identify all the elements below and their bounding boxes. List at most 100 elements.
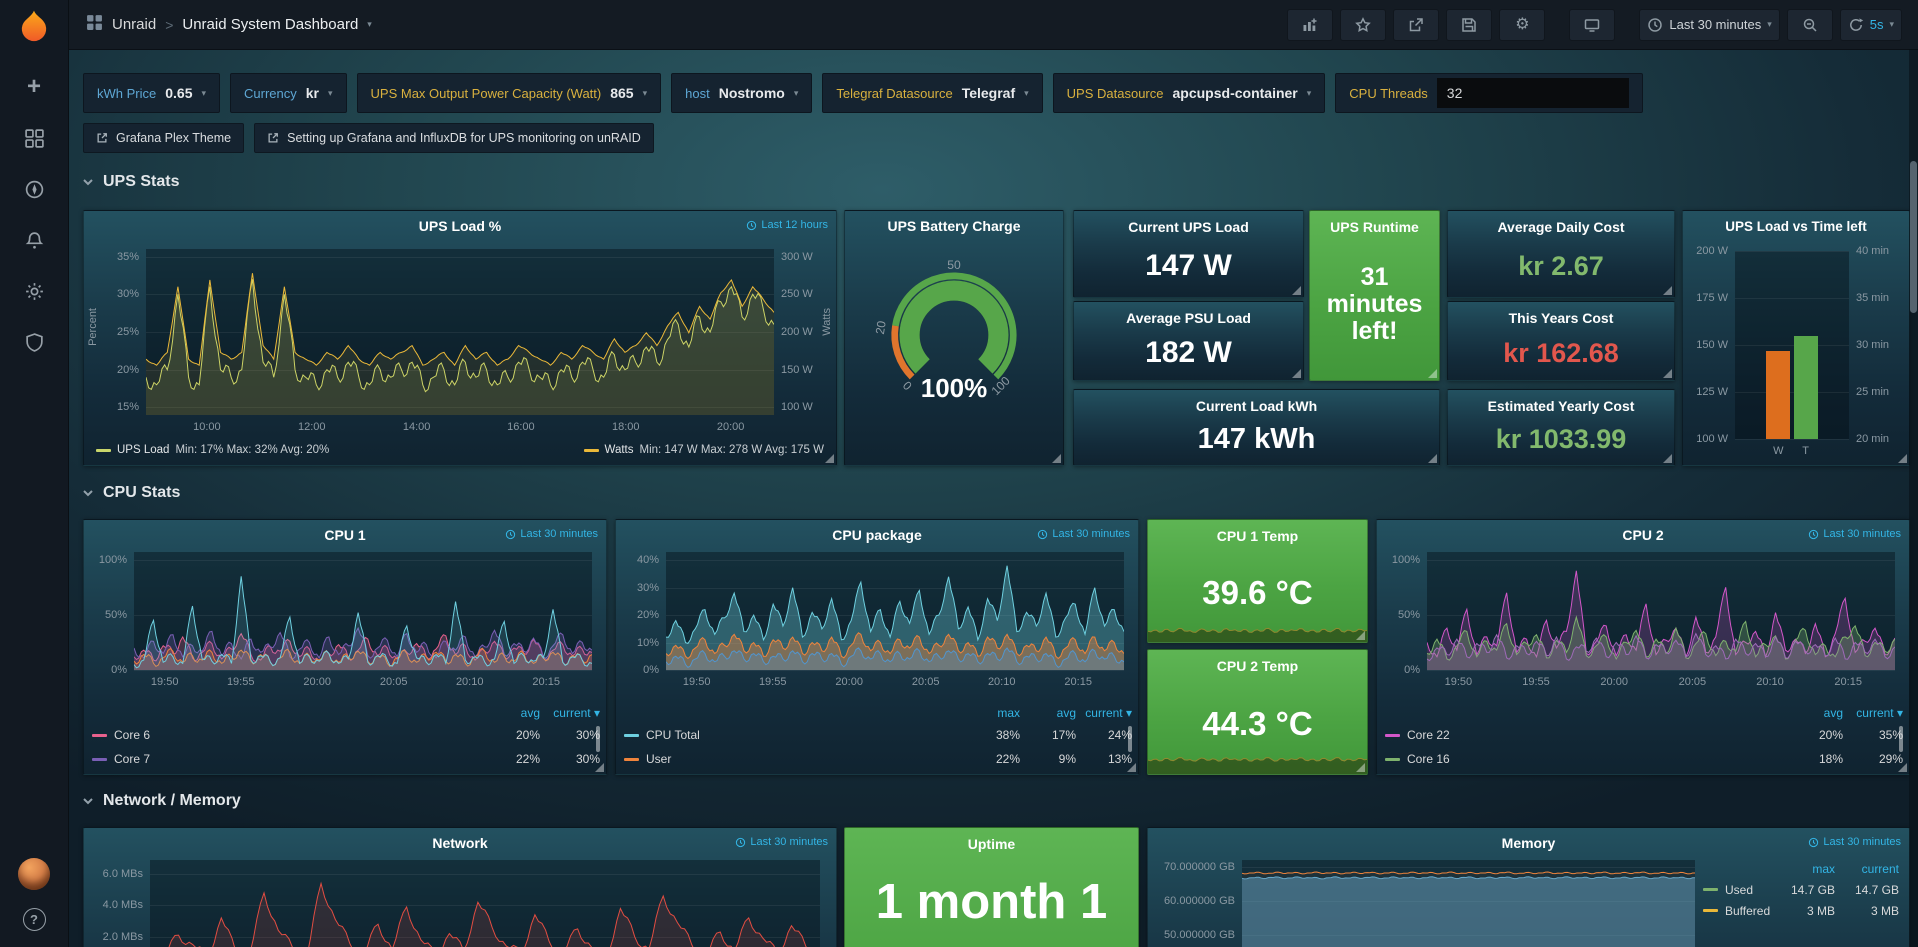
dashboard-link[interactable]: Grafana Plex Theme xyxy=(83,123,244,153)
legend-column-current[interactable]: current ▾ xyxy=(540,706,600,720)
legend-row[interactable]: Core 1618%29% xyxy=(1385,747,1903,771)
legend-column-avg[interactable]: avg xyxy=(1020,706,1076,720)
variable-value[interactable]: Telegraf xyxy=(962,85,1015,101)
legend-series-name[interactable]: Core 6 xyxy=(92,728,480,742)
panel-title[interactable]: CPU 2 xyxy=(1622,527,1663,543)
variable-ups-datasource[interactable]: UPS Datasourceapcupsd-container▾ xyxy=(1053,73,1326,113)
variable-ups-max-output-power-capacity-watt-[interactable]: UPS Max Output Power Capacity (Watt)865▾ xyxy=(357,73,662,113)
variable-value[interactable]: 0.65 xyxy=(165,85,192,101)
panel-title[interactable]: Network xyxy=(432,835,487,851)
variable-kwh-price[interactable]: kWh Price0.65▾ xyxy=(83,73,220,113)
legend-column-avg[interactable]: avg xyxy=(1783,706,1843,720)
grafana-logo-icon[interactable] xyxy=(14,8,54,48)
star-button[interactable] xyxy=(1340,9,1386,41)
variable-value[interactable]: 865 xyxy=(610,85,633,101)
network-graph[interactable]: 2.0 MBs4.0 MBs6.0 MBs xyxy=(88,856,832,947)
panel-time-range[interactable]: Last 12 hours xyxy=(746,219,828,231)
legend-row[interactable]: Core 620%30% xyxy=(92,723,600,747)
variable-cpu-threads[interactable]: CPU Threads xyxy=(1335,73,1643,113)
scrollbar-thumb[interactable] xyxy=(1910,161,1917,313)
legend-row[interactable]: Used14.7 GB14.7 GB xyxy=(1703,879,1899,900)
cpu1-graph[interactable]: 0%50%100%19:5019:5520:0020:0520:1020:15 xyxy=(88,548,602,694)
panel-title[interactable]: Average Daily Cost xyxy=(1448,211,1674,235)
legend-scrollbar[interactable] xyxy=(1899,726,1903,752)
panel-time-range[interactable]: Last 30 minutes xyxy=(1808,836,1901,848)
legend-series-name[interactable]: User xyxy=(624,752,964,766)
legend-row[interactable]: User22%9%13% xyxy=(624,747,1132,771)
panel-title[interactable]: CPU 1 Temp xyxy=(1148,520,1367,544)
create-plus-icon[interactable]: + xyxy=(22,75,46,99)
legend-series-name[interactable]: Core 7 xyxy=(92,752,480,766)
section-ups-stats[interactable]: UPS Stats xyxy=(82,165,179,199)
panel-title[interactable]: CPU 1 xyxy=(324,527,365,543)
save-button[interactable] xyxy=(1446,9,1492,41)
legend-row[interactable]: CPU Total38%17%24% xyxy=(624,723,1132,747)
variable-value[interactable]: apcupsd-container xyxy=(1173,85,1298,101)
explore-compass-icon[interactable] xyxy=(22,177,46,201)
legend-series-name[interactable]: Used xyxy=(1703,883,1771,897)
panel-title[interactable]: Current Load kWh xyxy=(1074,390,1439,414)
dashboard-link[interactable]: Setting up Grafana and InfluxDB for UPS … xyxy=(254,123,654,153)
refresh-button[interactable]: 5s ▾ xyxy=(1840,9,1902,41)
variable-host[interactable]: hostNostromo▾ xyxy=(671,73,812,113)
alerting-bell-icon[interactable] xyxy=(22,228,46,252)
legend-item[interactable]: UPS LoadMin: 17% Max: 32% Avg: 20% xyxy=(96,444,329,456)
legend-row[interactable]: Buffered3 MB3 MB xyxy=(1703,900,1899,921)
breadcrumb-dashboard-title[interactable]: Unraid System Dashboard xyxy=(182,16,358,33)
section-cpu-stats[interactable]: CPU Stats xyxy=(82,476,180,510)
panel-title[interactable]: UPS Runtime xyxy=(1310,211,1439,235)
bar-W[interactable] xyxy=(1766,351,1790,439)
ups-load-graph[interactable]: 15%20%25%30%35%100 W150 W200 W250 W300 W… xyxy=(88,241,832,435)
panel-title[interactable]: Estimated Yearly Cost xyxy=(1448,390,1674,414)
cpu-package-graph[interactable]: 0%10%20%30%40%19:5019:5520:0020:0520:102… xyxy=(620,548,1134,694)
legend-item[interactable]: WattsMin: 147 W Max: 278 W Avg: 175 W xyxy=(584,444,824,456)
panel-title[interactable]: UPS Load % xyxy=(419,218,501,234)
section-network-memory[interactable]: Network / Memory xyxy=(82,784,241,818)
dashboard-settings-gear-icon[interactable]: ⚙ xyxy=(1499,9,1545,41)
variable-currency[interactable]: Currencykr▾ xyxy=(230,73,347,113)
legend-series-name[interactable]: Core 16 xyxy=(1385,752,1783,766)
legend-column-current[interactable]: current ▾ xyxy=(1076,706,1132,720)
variable-value[interactable]: Nostromo xyxy=(719,85,785,101)
legend-column-max[interactable]: max xyxy=(1771,862,1835,876)
panel-title[interactable]: Memory xyxy=(1502,835,1556,851)
panel-time-range[interactable]: Last 30 minutes xyxy=(1808,528,1901,540)
variable-input[interactable] xyxy=(1437,78,1629,108)
user-avatar[interactable] xyxy=(18,858,50,890)
page-scrollbar[interactable] xyxy=(1909,49,1918,947)
panel-title[interactable]: UPS Load vs Time left xyxy=(1725,219,1867,234)
add-panel-button[interactable] xyxy=(1287,9,1333,41)
panel-title[interactable]: CPU 2 Temp xyxy=(1148,650,1367,674)
variable-value[interactable]: kr xyxy=(306,85,319,101)
time-range-picker[interactable]: Last 30 minutes ▾ xyxy=(1639,9,1779,41)
legend-row[interactable]: Core 2220%35% xyxy=(1385,723,1903,747)
panel-time-range[interactable]: Last 30 minutes xyxy=(735,836,828,848)
dashboard-grid-icon[interactable] xyxy=(86,14,103,35)
admin-shield-icon[interactable] xyxy=(22,330,46,354)
refresh-interval-caret[interactable]: ▾ xyxy=(1889,19,1894,30)
panel-time-range[interactable]: Last 30 minutes xyxy=(1037,528,1130,540)
panel-title[interactable]: Uptime xyxy=(845,828,1138,852)
help-icon[interactable]: ? xyxy=(23,908,46,931)
legend-scrollbar[interactable] xyxy=(596,726,600,752)
panel-time-range[interactable]: Last 30 minutes xyxy=(505,528,598,540)
panel-title[interactable]: UPS Battery Charge xyxy=(887,218,1020,234)
legend-series-name[interactable]: Core 22 xyxy=(1385,728,1783,742)
legend-column-max[interactable]: max xyxy=(964,706,1020,720)
panel-title[interactable]: Current UPS Load xyxy=(1074,211,1303,235)
legend-column-avg[interactable]: avg xyxy=(480,706,540,720)
variable-telegraf-datasource[interactable]: Telegraf DatasourceTelegraf▾ xyxy=(822,73,1042,113)
memory-graph[interactable]: 50.000000 GB60.000000 GB70.000000 GB xyxy=(1152,856,1703,947)
legend-column-current[interactable]: current ▾ xyxy=(1843,706,1903,720)
load-vs-time-chart[interactable]: 100 W125 W150 W175 W200 W20 min25 min30 … xyxy=(1689,243,1903,461)
legend-row[interactable]: Core 722%30% xyxy=(92,747,600,771)
legend-series-name[interactable]: Buffered xyxy=(1703,904,1771,918)
panel-title[interactable]: Average PSU Load xyxy=(1074,302,1303,326)
legend-column-current[interactable]: current xyxy=(1835,862,1899,876)
dashboards-icon[interactable] xyxy=(22,126,46,150)
bar-T[interactable] xyxy=(1794,336,1818,439)
cycle-view-monitor-icon[interactable] xyxy=(1569,9,1615,41)
legend-scrollbar[interactable] xyxy=(1128,726,1132,752)
dashboard-dropdown-caret[interactable]: ▾ xyxy=(367,19,372,30)
legend-series-name[interactable]: CPU Total xyxy=(624,728,964,742)
